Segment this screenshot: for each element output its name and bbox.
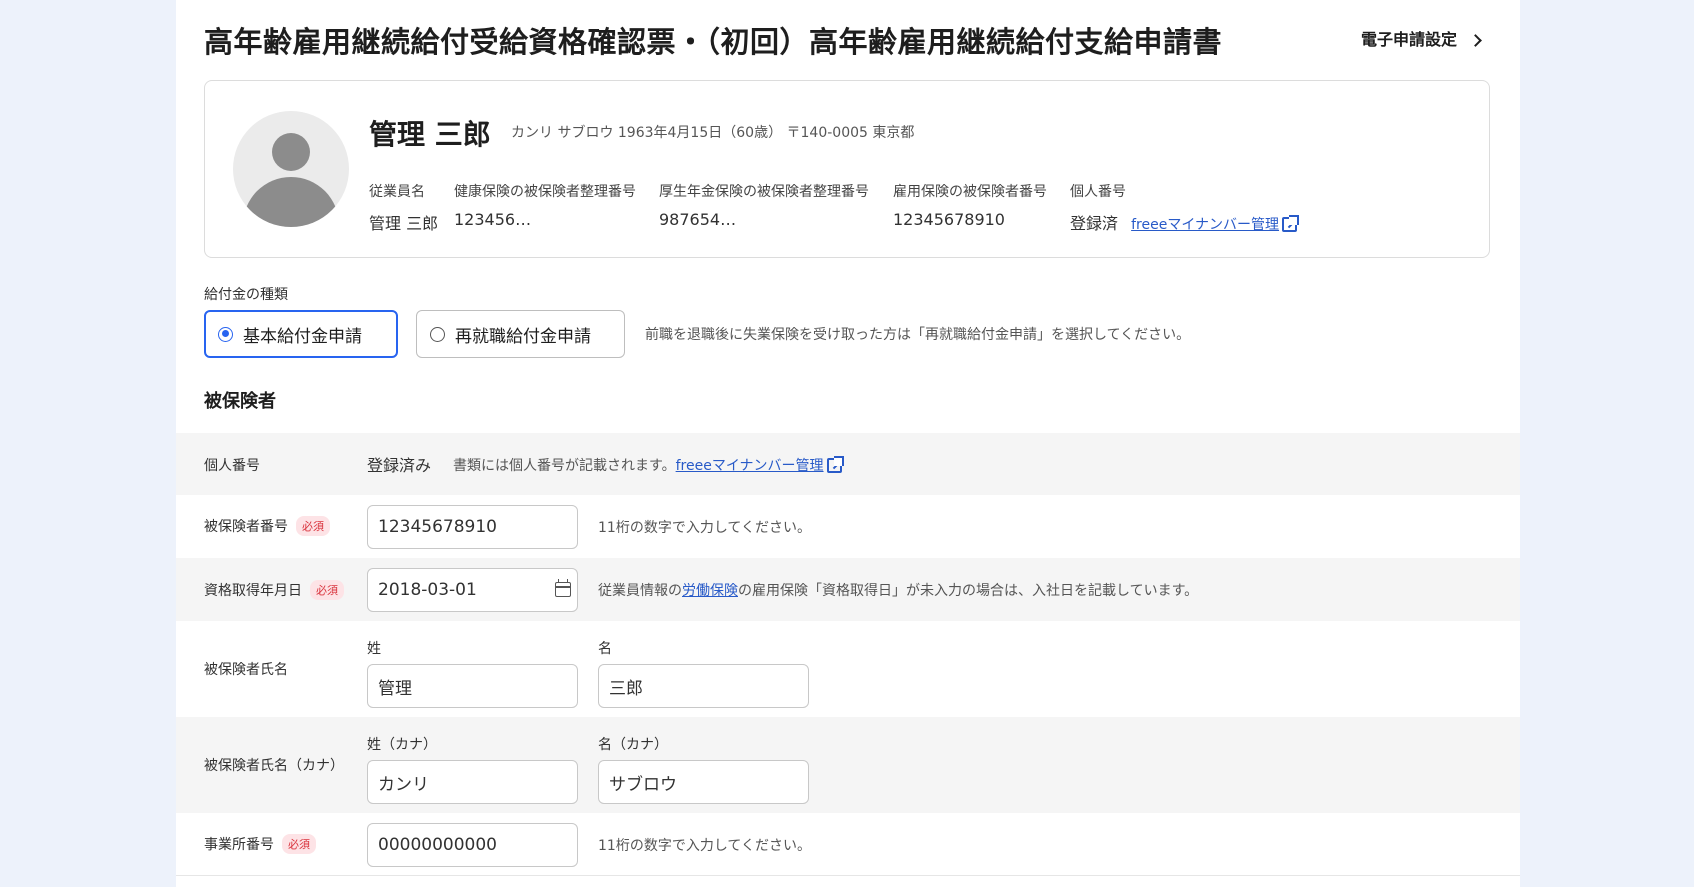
last-name-label: 姓: [367, 641, 381, 657]
employee-card: 管理 三郎 カンリ サブロウ 1963年4月15日（60歳） 〒140-0005…: [204, 80, 1490, 258]
row-acquisition-date: 資格取得年月日 必須 2018-03-01 従業員情報の労働保険の雇用保険「資格…: [176, 558, 1520, 621]
radio-selected-icon: [218, 326, 233, 342]
insured-number-hint: 11桁の数字で入力してください。: [598, 520, 811, 536]
employee-sub-info: カンリ サブロウ 1963年4月15日（60歳） 〒140-0005 東京都: [511, 125, 915, 141]
row-insured-name: 被保険者氏名 姓 管理 名 三郎: [176, 621, 1520, 717]
main-panel: 高年齢雇用継続給付受給資格確認票・（初回）高年齢雇用継続給付支給申請書 電子申請…: [176, 0, 1520, 887]
row-insured-name-kana: 被保険者氏名（カナ） 姓（カナ） カンリ 名（カナ） サブロウ: [176, 717, 1520, 813]
required-badge: 必須: [296, 516, 330, 536]
info-my-number: 個人番号 登録済 freeeマイナンバー管理: [1070, 181, 1300, 234]
radio-reemployment-benefit[interactable]: 再就職給付金申請: [416, 310, 625, 358]
person-icon: [272, 133, 310, 171]
last-name-kana-label: 姓（カナ）: [367, 737, 437, 753]
my-number-link[interactable]: freeeマイナンバー管理: [676, 456, 844, 474]
info-pension-number: 厚生年金保険の被保険者整理番号 987654…: [659, 184, 869, 229]
avatar: [233, 111, 349, 227]
calendar-icon[interactable]: [555, 579, 571, 597]
insured-number-input[interactable]: 12345678910: [367, 505, 578, 549]
section-title-insured: 被保険者: [204, 391, 276, 412]
row-insured-number: 被保険者番号 必須 12345678910 11桁の数字で入力してください。: [176, 495, 1520, 558]
employee-name: 管理 三郎: [369, 118, 491, 151]
info-health-insurance-number: 健康保険の被保険者整理番号 123456…: [454, 184, 636, 229]
acquisition-date-input[interactable]: 2018-03-01: [367, 568, 578, 612]
external-link-icon: [1282, 215, 1300, 232]
first-name-label: 名: [598, 641, 612, 657]
benefit-type-hint: 前職を退職後に失業保険を受け取った方は「再就職給付金申請」を選択してください。: [645, 327, 1191, 343]
first-name-kana-label: 名（カナ）: [598, 737, 668, 753]
required-badge: 必須: [310, 580, 344, 600]
office-number-label: 事業所番号: [204, 837, 274, 853]
radio-basic-benefit[interactable]: 基本給付金申請: [204, 310, 398, 358]
benefit-type-label: 給付金の種類: [204, 287, 288, 303]
external-link-icon: [826, 456, 844, 473]
insured-name-kana-label: 被保険者氏名（カナ）: [204, 758, 344, 774]
info-employment-insurance-number: 雇用保険の被保険者番号 12345678910: [893, 184, 1047, 229]
first-name-input[interactable]: 三郎: [598, 664, 809, 708]
radio-unselected-icon: [430, 326, 445, 342]
office-number-input[interactable]: 00000000000: [367, 823, 578, 867]
page-title: 高年齢雇用継続給付受給資格確認票・（初回）高年齢雇用継続給付支給申請書: [204, 25, 1223, 59]
my-number-management-link[interactable]: freeeマイナンバー管理: [1131, 215, 1300, 233]
e-filing-settings-label: 電子申請設定: [1360, 30, 1457, 49]
my-number-hint: 書類には個人番号が記載されます。: [453, 458, 676, 474]
last-name-input[interactable]: 管理: [367, 664, 578, 708]
row-my-number: 個人番号 登録済み 書類には個人番号が記載されます。freeeマイナンバー管理: [176, 433, 1520, 495]
labor-insurance-link[interactable]: 労働保険: [682, 583, 738, 599]
chevron-right-icon: [1469, 33, 1482, 47]
row-office-number: 事業所番号 必須 00000000000 11桁の数字で入力してください。: [176, 813, 1520, 876]
required-badge: 必須: [282, 834, 316, 854]
acquisition-date-label: 資格取得年月日: [204, 583, 302, 599]
my-number-label: 個人番号: [204, 458, 260, 474]
insured-number-label: 被保険者番号: [204, 519, 288, 535]
info-employee-name: 従業員名 管理 三郎: [369, 184, 439, 233]
first-name-kana-input[interactable]: サブロウ: [598, 760, 809, 804]
my-number-value: 登録済み: [367, 456, 432, 475]
last-name-kana-input[interactable]: カンリ: [367, 760, 578, 804]
e-filing-settings-link[interactable]: 電子申請設定: [1360, 26, 1482, 50]
insured-name-label: 被保険者氏名: [204, 662, 288, 678]
office-number-hint: 11桁の数字で入力してください。: [598, 838, 811, 854]
